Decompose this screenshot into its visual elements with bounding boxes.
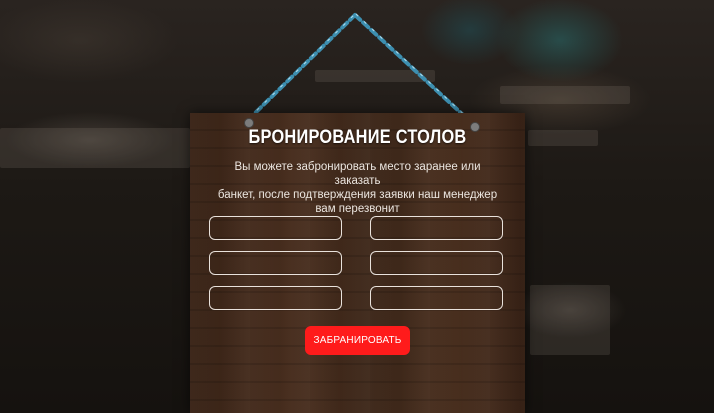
booking-title: БРОНИРОВАНИЕ СТОЛОВ [248,127,467,148]
booking-field-5[interactable] [209,286,342,310]
booking-field-2[interactable] [370,216,503,240]
description-line: вам перезвонит [315,203,400,215]
submit-booking-button[interactable]: ЗАБРАНИРОВАТЬ [305,326,410,355]
booking-board: БРОНИРОВАНИЕ СТОЛОВ Вы можете заброниров… [190,113,525,413]
booking-field-4[interactable] [370,251,503,275]
description-line: банкет, после подтверждения заявки наш м… [217,189,498,201]
booking-field-6[interactable] [370,286,503,310]
description-line: Вы можете забронировать место заранее ил… [234,161,481,187]
booking-field-1[interactable] [209,216,342,240]
booking-field-3[interactable] [209,251,342,275]
booking-description: Вы можете забронировать место заранее ил… [210,160,505,216]
